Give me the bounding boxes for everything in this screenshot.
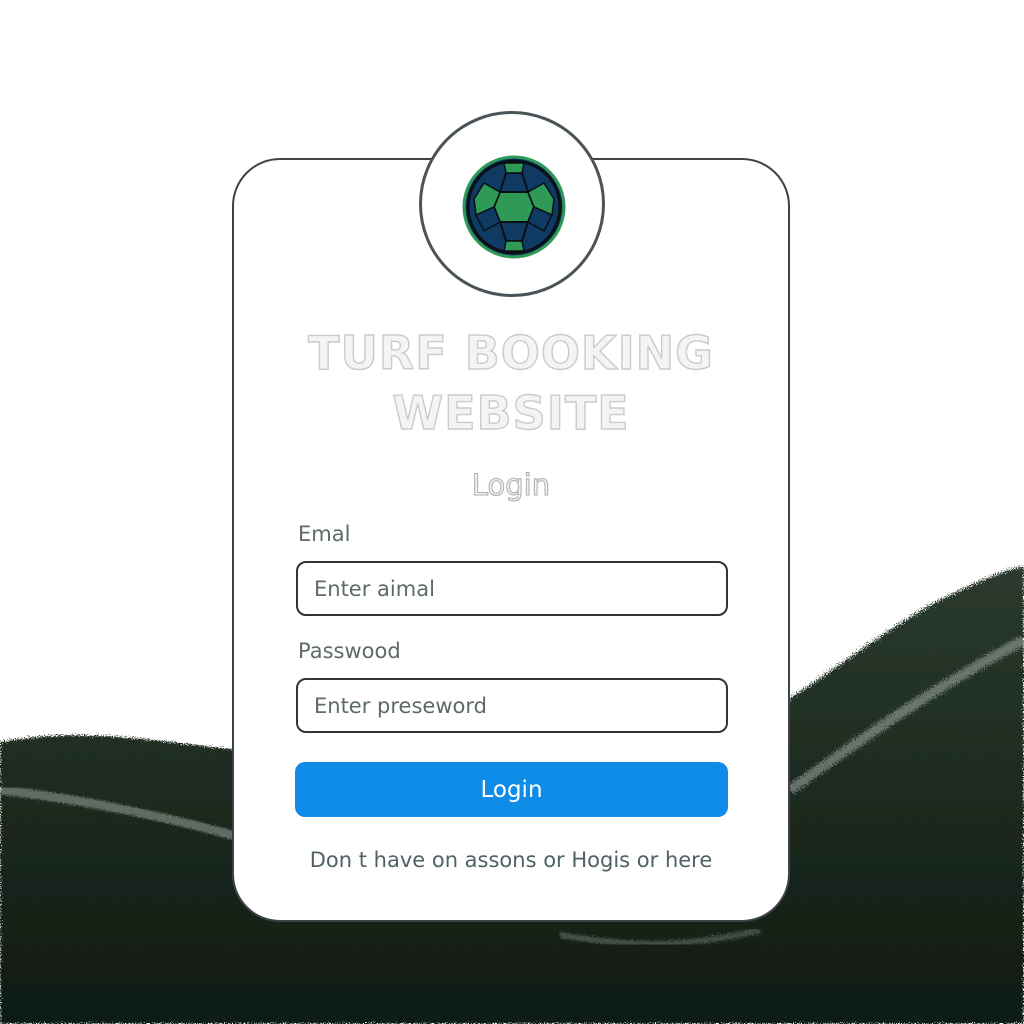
signup-link[interactable]: Don t have on assons or Hogis or here — [232, 848, 790, 872]
password-label: Passwood — [298, 639, 401, 663]
login-button[interactable]: Login — [295, 762, 728, 817]
soccer-ball-icon — [462, 155, 566, 259]
password-input[interactable] — [296, 678, 728, 733]
email-label: Emal — [298, 522, 351, 546]
login-page: TURF BOOKING WEBSITE Login Emal Passwood… — [0, 0, 1024, 1024]
email-input[interactable] — [296, 561, 728, 616]
logo-badge — [419, 111, 605, 297]
site-title-line2: WEBSITE — [392, 386, 630, 440]
site-title-line1: TURF BOOKING — [307, 326, 714, 380]
login-heading: Login — [471, 468, 551, 503]
